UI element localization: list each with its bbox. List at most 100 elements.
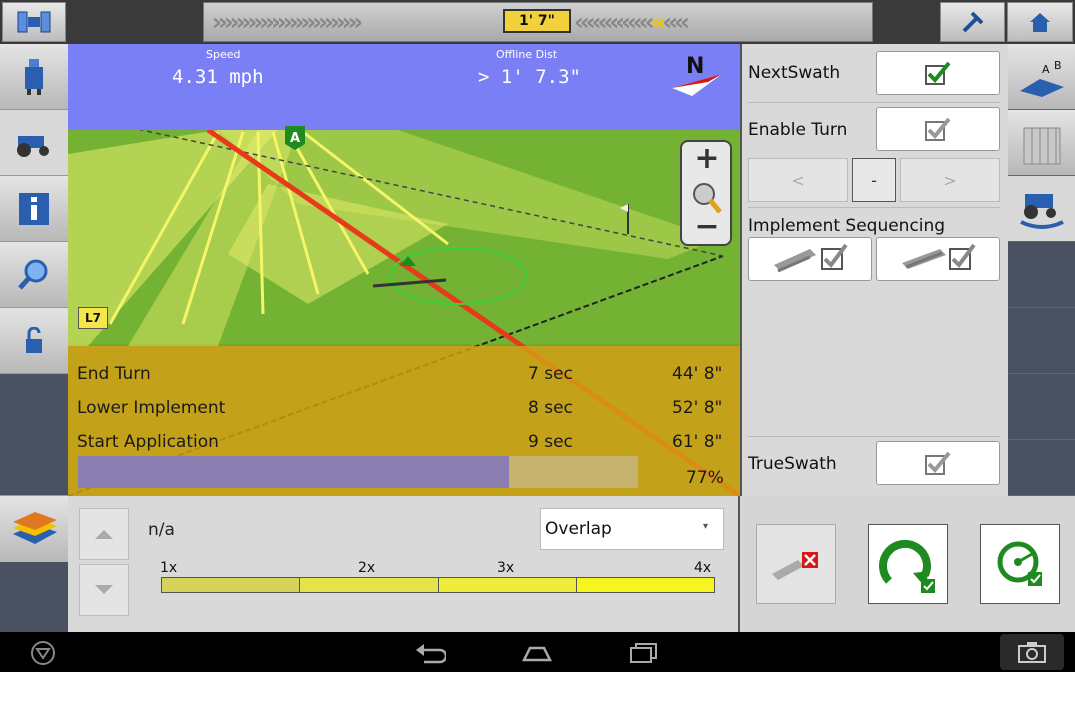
auto-turn-button[interactable] xyxy=(868,524,948,604)
sidebar-empty xyxy=(0,374,68,496)
layers-button[interactable] xyxy=(0,496,68,562)
sidebar-item-vehicle[interactable] xyxy=(0,110,68,176)
offline-dist-label: Offline Dist xyxy=(496,48,558,61)
clear-implement-button[interactable] xyxy=(756,524,836,604)
action-buttons xyxy=(738,496,1075,632)
tab-ab-lines[interactable]: A B xyxy=(1008,44,1075,110)
scale-label: 3x xyxy=(497,560,515,576)
info-icon xyxy=(19,192,49,225)
events-panel: End Turn 7 sec 44' 8" Lower Implement 8 … xyxy=(68,346,740,496)
u-turn-icon xyxy=(879,539,935,593)
implement-raise-icon xyxy=(902,243,976,270)
hud-sky xyxy=(68,44,740,130)
scroll-up-button[interactable] xyxy=(79,508,129,560)
satellite-button[interactable] xyxy=(2,2,66,42)
checkbox-unchecked-icon xyxy=(925,451,951,475)
scale-segment xyxy=(162,578,301,592)
event-name: Start Application xyxy=(77,432,219,452)
divider xyxy=(748,207,1000,208)
back-icon[interactable] xyxy=(414,642,448,664)
event-name: Lower Implement xyxy=(77,398,226,418)
coverage-controls: n/a Overlap ▾ 1x 2x 3x 4x xyxy=(68,496,738,632)
lightbar-right-chevrons: ‹‹‹‹‹‹‹‹‹‹‹‹‹‹‹‹‹‹‹ xyxy=(574,8,690,36)
home-nav-icon[interactable] xyxy=(520,642,554,664)
enable-turn-checkbox[interactable] xyxy=(876,107,1000,151)
event-time: 8 sec xyxy=(528,398,573,418)
sidebar-item-info[interactable] xyxy=(0,176,68,242)
layers-icon xyxy=(13,512,57,544)
compass-icon[interactable]: N xyxy=(668,54,724,98)
tab-empty xyxy=(1008,374,1075,440)
sections-icon xyxy=(1023,127,1060,164)
scale-segment xyxy=(576,578,714,592)
trueswath-checkbox[interactable] xyxy=(876,441,1000,485)
checkbox-unchecked-icon xyxy=(925,117,951,141)
dropdown-value: Overlap xyxy=(545,519,612,539)
coverage-value: n/a xyxy=(148,520,175,540)
tractor-icon xyxy=(17,135,49,157)
nextswath-label: NextSwath xyxy=(748,63,841,83)
sidebar-item-zoom[interactable] xyxy=(0,242,68,308)
scale-label: 2x xyxy=(358,560,376,576)
sidebar-item-receiver[interactable] xyxy=(0,44,68,110)
zoom-out-button[interactable]: − xyxy=(688,212,726,242)
coverage-mode-dropdown[interactable]: Overlap ▾ xyxy=(540,508,724,550)
enable-turn-label: Enable Turn xyxy=(748,120,848,140)
engage-steering-button[interactable] xyxy=(980,524,1060,604)
receiver-icon xyxy=(25,58,43,95)
steering-engage-icon xyxy=(997,541,1042,586)
home-button[interactable] xyxy=(1007,2,1073,42)
event-dist: 52' 8" xyxy=(672,398,723,418)
dropdown-arrow-icon: ▾ xyxy=(703,521,709,532)
svg-text:A: A xyxy=(1042,63,1050,76)
magnifier-icon xyxy=(18,259,48,290)
scale-label: 1x xyxy=(160,560,178,576)
lock-icon xyxy=(26,326,42,353)
event-dist: 61' 8" xyxy=(672,432,723,452)
tools-button[interactable] xyxy=(940,2,1005,42)
implement-sequence-raise-button[interactable] xyxy=(876,237,1000,281)
implement-sequence-lower-button[interactable] xyxy=(748,237,872,281)
offline-distance-indicator: 1' 7" xyxy=(503,9,571,33)
nextswath-checkbox[interactable] xyxy=(876,51,1000,95)
camera-icon xyxy=(1018,642,1046,663)
chevron-up-icon xyxy=(95,530,113,539)
tab-empty xyxy=(1008,440,1075,496)
progress-label: 77% xyxy=(686,468,724,488)
recent-apps-icon[interactable] xyxy=(628,642,660,664)
speed-value: 4.31 mph xyxy=(172,66,264,88)
home-icon xyxy=(1030,13,1050,32)
offline-dist-value: > 1' 7.3" xyxy=(478,66,581,88)
sidebar-item-lock[interactable] xyxy=(0,308,68,374)
screenshot-button[interactable] xyxy=(1000,634,1064,670)
guidance-map[interactable]: Speed 4.31 mph Offline Dist > 1' 7.3" N … xyxy=(68,44,740,496)
overlap-scale-bar xyxy=(161,577,715,593)
right-panel: NextSwath Enable Turn < - > Implement Se… xyxy=(740,44,1008,496)
speed-label: Speed xyxy=(206,48,241,61)
event-dist: 44' 8" xyxy=(672,364,723,384)
previous-swath-button[interactable]: < xyxy=(748,158,848,202)
next-swath-button[interactable]: > xyxy=(900,158,1000,202)
scale-segment xyxy=(300,578,439,592)
tab-autosteer[interactable] xyxy=(1008,176,1075,242)
tab-empty xyxy=(1008,308,1075,374)
shield-icon[interactable] xyxy=(30,640,56,666)
autosteer-tractor-icon xyxy=(1019,193,1064,229)
bottom-panel: n/a Overlap ▾ 1x 2x 3x 4x xyxy=(0,496,1075,632)
top-bar: ››››››››››››››››››››››››› ‹‹‹‹‹‹‹‹‹‹‹‹‹‹… xyxy=(0,0,1075,44)
event-time: 9 sec xyxy=(528,432,573,452)
sidebar-empty xyxy=(0,562,68,632)
swath-number: - xyxy=(852,158,896,202)
wrench-icon xyxy=(962,11,983,33)
implement-lower-icon xyxy=(774,243,848,273)
android-nav-bar xyxy=(0,632,1075,672)
zoom-control: + − xyxy=(680,140,732,246)
divider xyxy=(748,102,1000,103)
checkbox-checked-icon xyxy=(925,61,951,85)
tab-sections[interactable] xyxy=(1008,110,1075,176)
scroll-down-button[interactable] xyxy=(79,564,129,616)
zoom-in-button[interactable]: + xyxy=(688,144,726,174)
ab-lines-icon: A B xyxy=(1019,59,1064,97)
swath-marker: L7 xyxy=(78,307,108,329)
scale-label: 4x xyxy=(694,560,712,576)
